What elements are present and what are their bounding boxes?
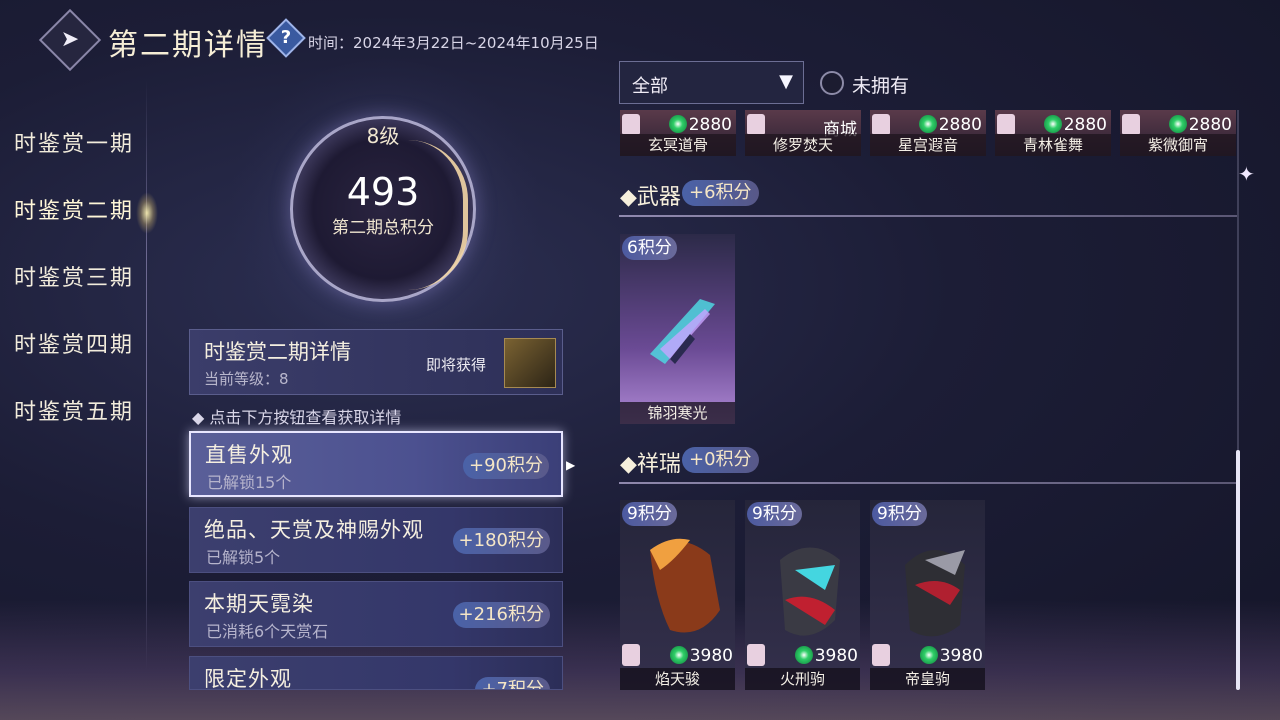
- item-name: 青林雀舞: [995, 134, 1111, 156]
- jade-coin-icon: [1043, 115, 1062, 133]
- mount-art: [905, 550, 965, 637]
- unowned-toggle[interactable]: [820, 71, 844, 95]
- jade-coin-icon: [918, 115, 937, 133]
- mount-section-title: ◆祥瑞: [620, 452, 681, 477]
- sparkle-icon: ✦: [1238, 162, 1255, 186]
- appearance-card[interactable]: 2880 玄冥道骨: [620, 110, 736, 156]
- soon-label: 即将获得: [426, 356, 487, 374]
- item-name: 锦羽寒光: [620, 402, 735, 424]
- jade-coin-icon: [919, 646, 938, 664]
- lock-icon: [622, 644, 640, 666]
- page-title: 第二期详情: [108, 28, 268, 63]
- price: 2880: [1043, 115, 1107, 135]
- current-level: 当前等级：8: [204, 370, 289, 388]
- lock-icon: [872, 114, 890, 134]
- weapon-section-title: ◆武器: [620, 185, 681, 210]
- unowned-label: 未拥有: [852, 75, 910, 97]
- filter-dropdown[interactable]: 全部 ▼: [619, 61, 804, 104]
- time-range: 时间：2024年3月22日~2024年10月25日: [308, 34, 599, 52]
- price: 2880: [1168, 115, 1232, 135]
- mount-art: [780, 547, 840, 636]
- period-detail-panel[interactable]: 时鉴赏二期详情 当前等级：8 即将获得: [189, 329, 563, 395]
- category-title: 绝品、天赏及神赐外观: [204, 518, 424, 542]
- lock-icon: [872, 644, 890, 666]
- sidebar-item-period-3[interactable]: 时鉴赏三期: [0, 244, 170, 311]
- mount-section-points: +0积分: [682, 447, 759, 473]
- item-name: 修罗焚天: [745, 134, 861, 156]
- category-sub: 已解锁5个: [206, 548, 281, 567]
- category-limited[interactable]: 限定外观 +7积分: [189, 656, 563, 690]
- jade-coin-icon: [668, 115, 687, 133]
- sidebar-item-period-5[interactable]: 时鉴赏五期: [0, 378, 170, 445]
- category-points: +7积分: [475, 677, 550, 689]
- question-icon: ?: [280, 27, 292, 48]
- appearance-card[interactable]: 商城 修罗焚天: [745, 110, 861, 156]
- appearance-card[interactable]: 2880 紫微御宵: [1120, 110, 1236, 156]
- points-badge: 6积分: [622, 236, 677, 260]
- item-name: 火刑驹: [745, 668, 860, 690]
- category-direct-sale[interactable]: 直售外观 已解锁15个 +90积分: [189, 431, 563, 497]
- lock-icon: [747, 114, 765, 134]
- hint-text: ◆ 点击下方按钮查看获取详情: [192, 408, 402, 427]
- category-premium-appearance[interactable]: 绝品、天赏及神赐外观 已解锁5个 +180积分: [189, 507, 563, 573]
- mount-card[interactable]: 9积分 3980 帝皇驹: [870, 500, 985, 690]
- category-points: +90积分: [463, 453, 549, 479]
- category-title: 限定外观: [204, 667, 292, 690]
- sidebar-item-period-1[interactable]: 时鉴赏一期: [0, 110, 170, 177]
- section-divider: [619, 215, 1237, 217]
- item-name: 焰天骏: [620, 668, 735, 690]
- item-name: 玄冥道骨: [620, 134, 736, 156]
- jade-coin-icon: [794, 646, 813, 664]
- item-name: 紫微御宵: [1120, 134, 1236, 156]
- category-title: 直售外观: [205, 443, 293, 467]
- price: 2880: [668, 115, 732, 135]
- section-divider: [619, 482, 1237, 484]
- scrollbar-thumb[interactable]: [1236, 450, 1240, 690]
- category-title: 本期天霓染: [204, 592, 314, 616]
- caret-down-icon: ▼: [779, 71, 793, 92]
- jade-coin-icon: [669, 646, 688, 664]
- points-badge: 9积分: [872, 502, 927, 526]
- price: 3980: [669, 646, 733, 666]
- back-arrow-icon: ➤: [60, 27, 80, 52]
- help-button[interactable]: ?: [266, 18, 306, 58]
- category-sub: 已消耗6个天赏石: [206, 622, 329, 641]
- filter-value: 全部: [632, 76, 668, 97]
- weapon-card[interactable]: 6积分 锦羽寒光: [620, 234, 735, 424]
- price: 3980: [794, 646, 858, 666]
- sidebar-item-period-4[interactable]: 时鉴赏四期: [0, 311, 170, 378]
- detail-title: 时鉴赏二期详情: [204, 340, 351, 364]
- mount-art: [650, 538, 720, 633]
- category-sub: 已解锁15个: [207, 473, 292, 492]
- item-name: 帝皇驹: [870, 668, 985, 690]
- total-score: 493: [346, 170, 420, 214]
- lock-icon: [1122, 114, 1140, 134]
- appearance-card[interactable]: 2880 星宫遐音: [870, 110, 986, 156]
- price: 3980: [919, 646, 983, 666]
- weapon-art: [650, 299, 715, 364]
- lock-icon: [997, 114, 1015, 134]
- selected-arrow-icon: ▶: [566, 458, 576, 472]
- points-badge: 9积分: [747, 502, 802, 526]
- category-dye[interactable]: 本期天霓染 已消耗6个天赏石 +216积分: [189, 581, 563, 647]
- sidebar: 时鉴赏一期 时鉴赏二期 时鉴赏三期 时鉴赏四期 时鉴赏五期: [0, 110, 170, 445]
- points-badge: 9积分: [622, 502, 677, 526]
- appearance-card[interactable]: 2880 青林雀舞: [995, 110, 1111, 156]
- item-name: 星宫遐音: [870, 134, 986, 156]
- back-button[interactable]: ➤: [38, 8, 102, 72]
- score-caption: 第二期总积分: [332, 218, 434, 238]
- mount-card[interactable]: 9积分 3980 焰天骏: [620, 500, 735, 690]
- reward-thumbnail[interactable]: [504, 338, 556, 388]
- sidebar-item-period-2[interactable]: 时鉴赏二期: [0, 177, 170, 244]
- price: 2880: [918, 115, 982, 135]
- weapon-section-points: +6积分: [682, 180, 759, 206]
- level-label: 8级: [366, 124, 400, 148]
- lock-icon: [622, 114, 640, 134]
- category-points: +180积分: [452, 528, 550, 554]
- lock-icon: [747, 644, 765, 666]
- jade-coin-icon: [1168, 115, 1187, 133]
- category-points: +216积分: [452, 602, 550, 628]
- mount-card[interactable]: 9积分 3980 火刑驹: [745, 500, 860, 690]
